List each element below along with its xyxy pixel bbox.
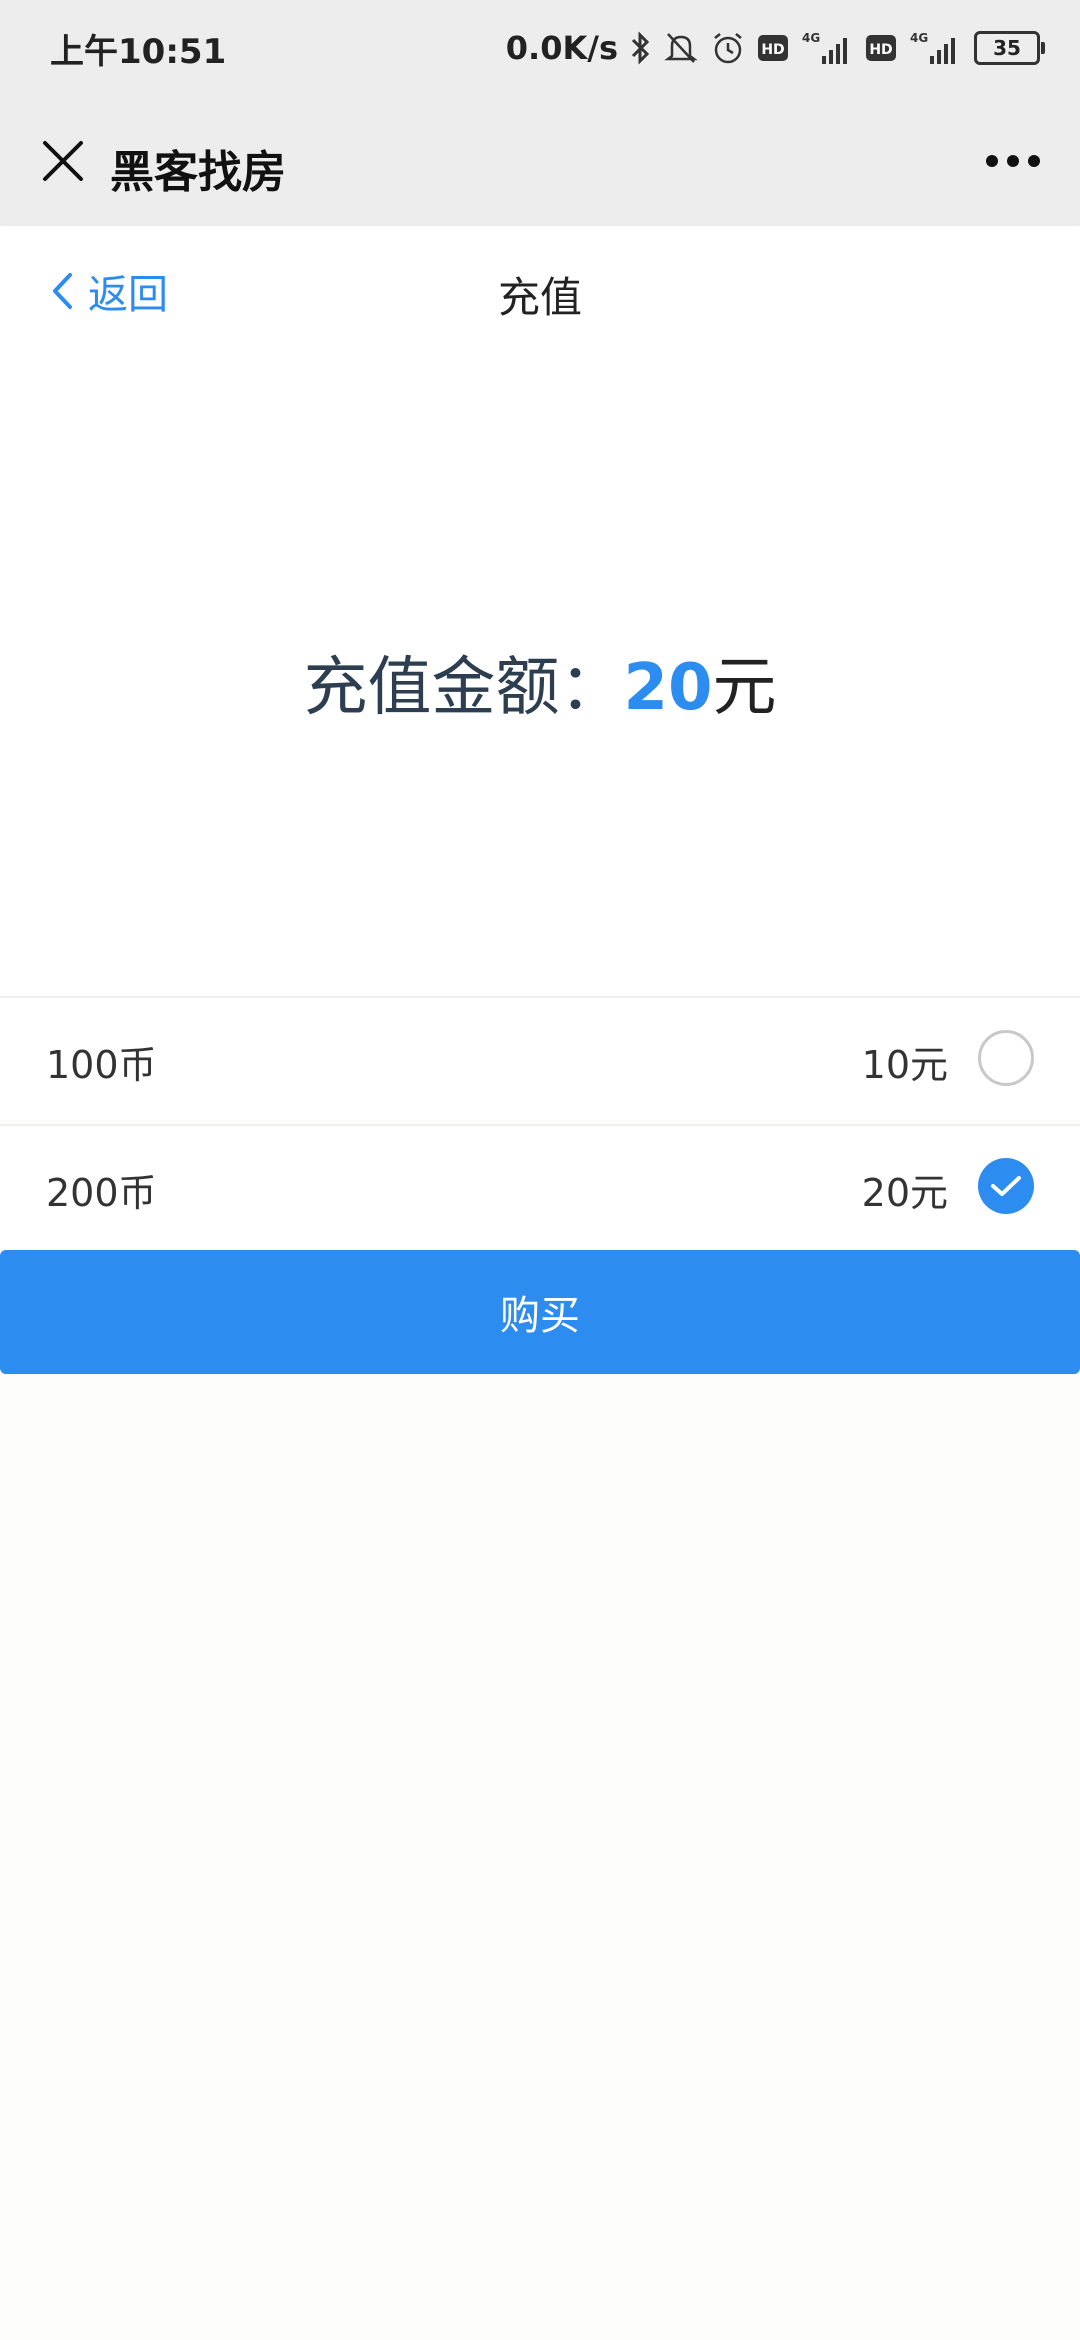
- title-bar: 黑客找房: [0, 96, 1080, 226]
- status-icons: 0.0K/s HD 4G HD 4G 35: [505, 26, 1045, 70]
- battery-level: 35: [993, 36, 1021, 60]
- hd-icon: HD: [758, 35, 788, 61]
- svg-text:HD: HD: [869, 42, 892, 58]
- close-button[interactable]: [28, 126, 98, 196]
- signal-4g-icon: 4G: [908, 30, 962, 66]
- radio-checked[interactable]: [978, 1158, 1034, 1214]
- package-options: 100币 10元 200币 20元: [0, 996, 1080, 1248]
- svg-text:4G: 4G: [802, 31, 820, 45]
- option-row-200[interactable]: 200币 20元: [0, 1124, 1080, 1248]
- option-price: 20元: [861, 1171, 948, 1215]
- network-speed: 0.0K/s: [505, 29, 618, 67]
- more-dots-icon: [986, 155, 1040, 167]
- option-price: 10元: [861, 1043, 948, 1087]
- chevron-left-icon: [53, 273, 72, 309]
- option-row-100[interactable]: 100币 10元: [0, 996, 1080, 1120]
- status-time: 上午10:51: [50, 32, 227, 72]
- amount-value: 20: [623, 651, 713, 725]
- battery-icon: 35: [974, 31, 1045, 65]
- amount-panel: 充值金额：20元: [0, 356, 1080, 996]
- option-coins: 200币: [46, 1171, 157, 1215]
- amount-display: 充值金额：20元: [0, 636, 1080, 728]
- signal-4g-icon: 4G: [800, 30, 854, 66]
- amount-unit: 元: [712, 651, 777, 725]
- mute-bell-icon: [664, 30, 698, 66]
- more-button[interactable]: [968, 126, 1058, 196]
- radio-unchecked[interactable]: [978, 1030, 1034, 1086]
- status-bar: 上午10:51 0.0K/s HD 4G HD 4G 35: [0, 0, 1080, 96]
- buy-button[interactable]: 购买: [0, 1250, 1080, 1374]
- nav-bar: 返回 充值: [0, 226, 1080, 356]
- close-icon: [43, 141, 83, 181]
- app-title: 黑客找房: [110, 147, 286, 198]
- back-button[interactable]: 返回: [50, 256, 168, 326]
- hd-icon: HD: [866, 35, 896, 61]
- check-icon: [991, 1176, 1021, 1196]
- svg-text:4G: 4G: [910, 31, 928, 45]
- svg-text:HD: HD: [761, 42, 784, 58]
- back-label: 返回: [88, 272, 168, 318]
- amount-label: 充值金额：: [303, 651, 624, 725]
- option-coins: 100币: [46, 1043, 157, 1087]
- bluetooth-icon: [630, 30, 652, 66]
- alarm-icon: [710, 30, 746, 66]
